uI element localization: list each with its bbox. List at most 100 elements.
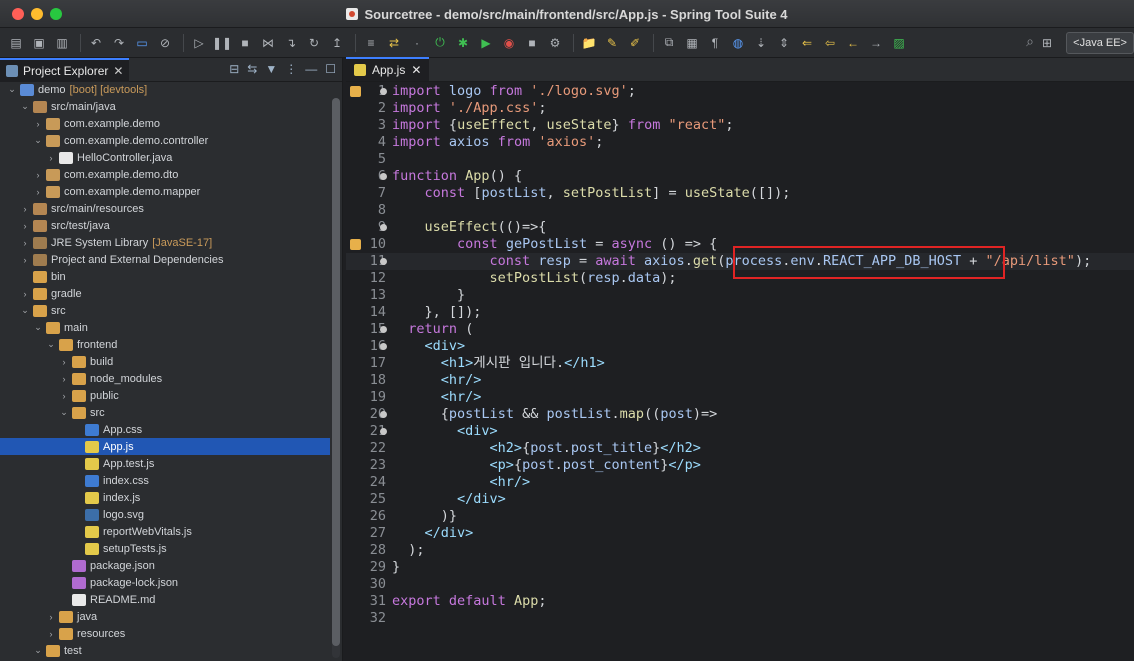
save-icon[interactable]: ▣	[29, 33, 49, 53]
chevron-right-icon[interactable]: ›	[19, 238, 31, 248]
tree-item[interactable]: App.js	[0, 438, 330, 455]
tree-item[interactable]: › node_modules	[0, 370, 330, 387]
toggle-breadcrumb-icon[interactable]: ⧉	[659, 33, 679, 53]
code-line[interactable]: 9 useEffect(()=>{	[346, 219, 1134, 236]
step-return-icon[interactable]: ↥	[327, 33, 347, 53]
code-line[interactable]: 2 import './App.css';	[346, 100, 1134, 117]
code-line[interactable]: 27 </div>	[346, 525, 1134, 542]
tree-item[interactable]: bin	[0, 268, 330, 285]
code-line[interactable]: 30	[346, 576, 1134, 593]
fold-toggle-icon[interactable]	[380, 428, 387, 435]
code-line[interactable]: 14 }, []);	[346, 304, 1134, 321]
boot-dashboard-icon[interactable]: ⏻	[430, 33, 450, 53]
back-icon[interactable]: ⇦	[820, 33, 840, 53]
chevron-right-icon[interactable]: ›	[19, 255, 31, 265]
highlight-icon[interactable]: ✐	[625, 33, 645, 53]
tree-item[interactable]: › java	[0, 608, 330, 625]
code-line[interactable]: 18 <hr/>	[346, 372, 1134, 389]
code-line[interactable]: 24 <hr/>	[346, 474, 1134, 491]
fold-toggle-icon[interactable]	[380, 326, 387, 333]
fold-toggle-icon[interactable]	[380, 258, 387, 265]
mark-icon[interactable]: ✎	[602, 33, 622, 53]
skip-breakpoints-icon[interactable]: ⊘	[155, 33, 175, 53]
chevron-down-icon[interactable]: ⌄	[32, 135, 44, 146]
code-line[interactable]: 31 export default App;	[346, 593, 1134, 610]
code-line[interactable]: 1import logo from './logo.svg';	[346, 83, 1134, 100]
tree-item[interactable]: › src/test/java	[0, 217, 330, 234]
chevron-down-icon[interactable]: ⌄	[58, 407, 70, 418]
open-resource-icon[interactable]: ⇄	[384, 33, 404, 53]
tree-item[interactable]: › gradle	[0, 285, 330, 302]
terminate-icon[interactable]: ■	[235, 33, 255, 53]
code-line[interactable]: 13 }	[346, 287, 1134, 304]
open-perspective-task-icon[interactable]: ▨	[889, 33, 909, 53]
annotation-icon[interactable]: ⇣	[751, 33, 771, 53]
tree-item[interactable]: App.test.js	[0, 455, 330, 472]
tree-item[interactable]: › public	[0, 387, 330, 404]
debug-icon[interactable]: ✱	[453, 33, 473, 53]
tree-item[interactable]: ⌄ demo [boot] [devtools]	[0, 82, 330, 98]
external-tools-icon[interactable]: ⚙	[545, 33, 565, 53]
terminal-icon[interactable]: ▭	[132, 33, 152, 53]
tree-item[interactable]: package.json	[0, 557, 330, 574]
chevron-down-icon[interactable]: ⌄	[19, 305, 31, 316]
code-line[interactable]: 22 <h2>{post.post_title}</h2>	[346, 440, 1134, 457]
fold-toggle-icon[interactable]	[380, 411, 387, 418]
tree-item[interactable]: › com.example.demo.dto	[0, 166, 330, 183]
close-icon[interactable]: ✕	[411, 63, 421, 77]
new-icon[interactable]: ▤	[6, 33, 26, 53]
open-type-icon[interactable]: ≡	[361, 33, 381, 53]
code-line[interactable]: 17 <h1>게시판 입니다.</h1>	[346, 355, 1134, 372]
suspend-icon[interactable]: ❚❚	[212, 33, 232, 53]
chevron-right-icon[interactable]: ›	[19, 221, 31, 231]
tab-app-js[interactable]: App.js ✕	[346, 57, 430, 81]
tree-item[interactable]: index.js	[0, 489, 330, 506]
tab-project-explorer[interactable]: Project Explorer ✕	[0, 57, 130, 82]
chevron-down-icon[interactable]: ⌄	[45, 339, 57, 350]
resume-icon[interactable]: ▷	[189, 33, 209, 53]
tree-item[interactable]: logo.svg	[0, 506, 330, 523]
redo-icon[interactable]: ↷	[109, 33, 129, 53]
chevron-down-icon[interactable]: ⌄	[19, 101, 31, 112]
chevron-right-icon[interactable]: ›	[32, 187, 44, 197]
step-over-icon[interactable]: ↻	[304, 33, 324, 53]
code-line[interactable]: 25 </div>	[346, 491, 1134, 508]
code-line[interactable]: 8	[346, 202, 1134, 219]
tree-item[interactable]: README.md	[0, 591, 330, 608]
tree-scrollbar-thumb[interactable]	[332, 98, 340, 646]
code-area[interactable]: 1import logo from './logo.svg';2 import '…	[346, 82, 1134, 661]
code-line[interactable]: 19 <hr/>	[346, 389, 1134, 406]
chevron-down-icon[interactable]: ⌄	[32, 322, 44, 333]
code-line[interactable]: 3 import {useEffect, useState} from "reac…	[346, 117, 1134, 134]
view-menu-icon[interactable]: ⋮	[285, 62, 297, 76]
code-line[interactable]: 7 const [postList, setPostList] = useSta…	[346, 185, 1134, 202]
code-line[interactable]: 16 <div>	[346, 338, 1134, 355]
tree-item[interactable]: package-lock.json	[0, 574, 330, 591]
link-editor-icon[interactable]: ⇆	[247, 62, 257, 76]
step-into-icon[interactable]: ↴	[281, 33, 301, 53]
chevron-right-icon[interactable]: ›	[45, 629, 57, 639]
tree-item[interactable]: ⌄ main	[0, 319, 330, 336]
minimize-icon[interactable]: —	[305, 62, 317, 76]
code-line[interactable]: 5	[346, 151, 1134, 168]
chevron-right-icon[interactable]: ›	[58, 374, 70, 384]
chevron-right-icon[interactable]: ›	[58, 357, 70, 367]
code-line[interactable]: 15 return (	[346, 321, 1134, 338]
tree-item[interactable]: ⌄ com.example.demo.controller	[0, 132, 330, 149]
search-icon[interactable]: ⌕	[1026, 33, 1034, 50]
chevron-down-icon[interactable]: ⌄	[6, 84, 18, 95]
tree-item[interactable]: › JRE System Library [JavaSE-17]	[0, 234, 330, 251]
code-line[interactable]: 6function App() {	[346, 168, 1134, 185]
tree-item[interactable]: › com.example.demo	[0, 115, 330, 132]
last-edit-icon[interactable]: ⇐	[797, 33, 817, 53]
stop-icon[interactable]: ■	[522, 33, 542, 53]
tree-item[interactable]: › Project and External Dependencies	[0, 251, 330, 268]
chevron-right-icon[interactable]: ›	[45, 153, 57, 163]
back-dropdown-icon[interactable]: ←	[843, 33, 863, 53]
tree-item[interactable]: › com.example.demo.mapper	[0, 183, 330, 200]
chevron-right-icon[interactable]: ›	[45, 612, 57, 622]
chevron-down-icon[interactable]: ⌄	[32, 645, 44, 656]
tree-item[interactable]: › HelloController.java	[0, 149, 330, 166]
code-line[interactable]: 26 )}	[346, 508, 1134, 525]
filter-icon[interactable]: ▼	[265, 62, 277, 76]
